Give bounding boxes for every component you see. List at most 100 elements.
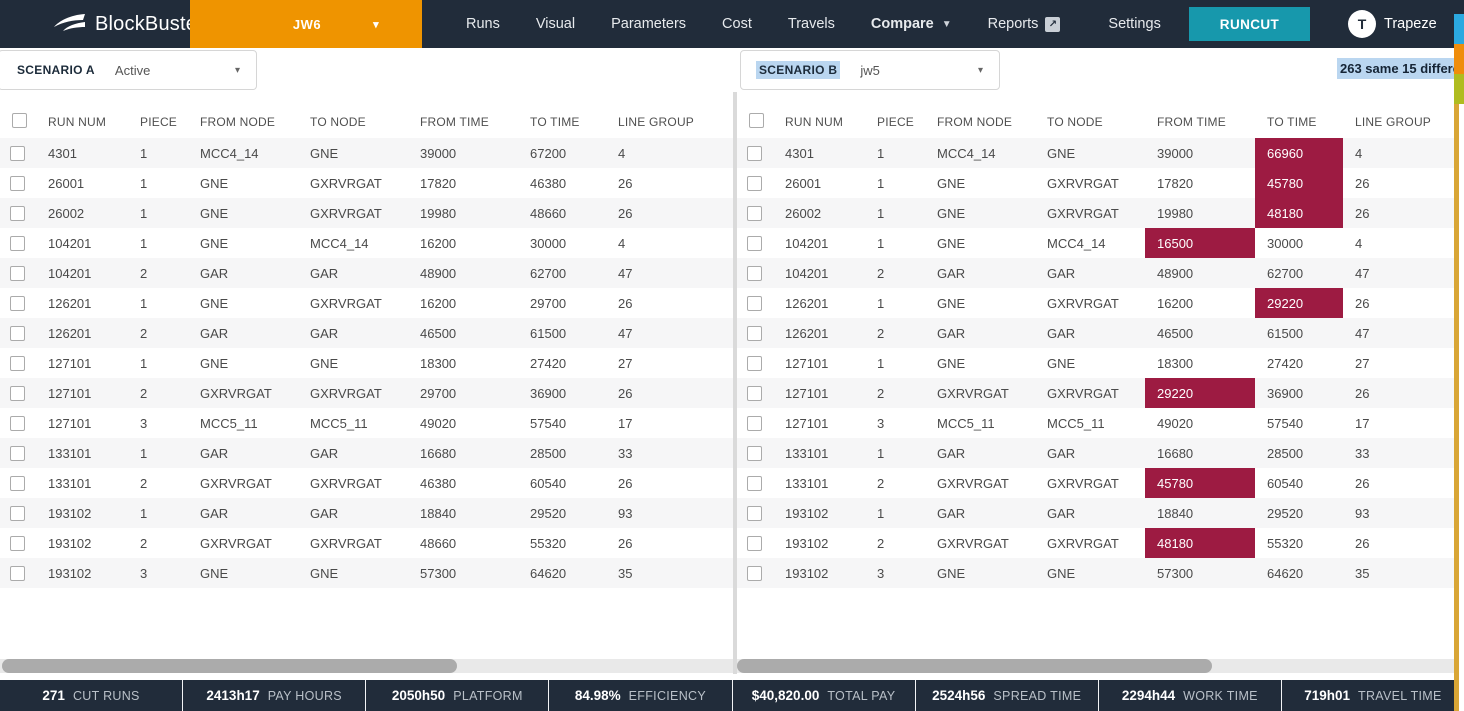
chevron-down-icon[interactable]: ▾	[978, 65, 983, 76]
cell-to_time: 48180	[1255, 198, 1343, 228]
row-checkbox[interactable]	[10, 146, 25, 161]
cell-from_time: 57300	[1145, 558, 1255, 588]
cell-to_time: 57540	[1255, 408, 1343, 438]
edge-stripe-gold	[1454, 104, 1459, 711]
row-checkbox[interactable]	[10, 446, 25, 461]
status-metric: 719h01TRAVEL TIME	[1281, 680, 1464, 711]
column-header[interactable]: TO NODE	[1035, 115, 1145, 129]
row-checkbox[interactable]	[10, 506, 25, 521]
cell-run: 127101	[36, 408, 128, 438]
column-header[interactable]: TO TIME	[1255, 115, 1343, 129]
user-name[interactable]: Trapeze	[1384, 0, 1437, 48]
column-header[interactable]: RUN NUM	[773, 115, 865, 129]
row-checkbox[interactable]	[10, 296, 25, 311]
row-checkbox[interactable]	[10, 206, 25, 221]
column-header[interactable]: FROM TIME	[408, 115, 518, 129]
scenario-a-hscrollbar-track[interactable]	[0, 659, 733, 673]
row-checkbox[interactable]	[747, 536, 762, 551]
cell-to_node: GNE	[298, 138, 408, 168]
column-header[interactable]: LINE GROUP	[606, 115, 706, 129]
cell-from_time: 18840	[408, 498, 518, 528]
column-header[interactable]: TO NODE	[298, 115, 408, 129]
blockbuster-logo-icon	[52, 13, 86, 35]
nav-item-parameters[interactable]: Parameters	[593, 0, 704, 48]
scenario-dropdown-button[interactable]: JW6 ▾	[190, 0, 422, 48]
cell-to_time: 62700	[1255, 258, 1343, 288]
cell-piece: 1	[128, 438, 188, 468]
row-checkbox[interactable]	[10, 476, 25, 491]
nav-item-settings[interactable]: Settings	[1090, 0, 1178, 48]
cell-piece: 1	[865, 348, 925, 378]
scenario-a-selector[interactable]: SCENARIO A Active ▾	[0, 50, 257, 90]
cell-block	[706, 348, 733, 378]
nav-item-compare[interactable]: Compare ▼	[853, 0, 970, 48]
row-checkbox[interactable]	[10, 326, 25, 341]
row-checkbox[interactable]	[747, 506, 762, 521]
cell-run: 4301	[36, 138, 128, 168]
row-checkbox[interactable]	[10, 536, 25, 551]
scenario-a-hscrollbar-thumb[interactable]	[2, 659, 457, 673]
cell-line_group: 26	[606, 528, 706, 558]
status-metric-value: 84.98%	[575, 688, 621, 703]
row-checkbox[interactable]	[747, 566, 762, 581]
cell-from_time: 29700	[408, 378, 518, 408]
table-row: 1042011GNEMCC4_1416200300004	[0, 228, 733, 258]
cell-line_group: 26	[606, 288, 706, 318]
select-all-checkbox[interactable]	[12, 113, 27, 128]
cell-from_node: GNE	[188, 288, 298, 318]
row-checkbox[interactable]	[10, 566, 25, 581]
cell-line_group: 27	[606, 348, 706, 378]
status-metric-value: 2413h17	[206, 688, 259, 703]
column-header[interactable]: FROM NODE	[188, 115, 298, 129]
row-checkbox[interactable]	[747, 356, 762, 371]
row-checkbox[interactable]	[747, 386, 762, 401]
scenario-b-selector[interactable]: SCENARIO B jw5 ▾	[740, 50, 1000, 90]
row-checkbox[interactable]	[747, 236, 762, 251]
column-header[interactable]: PIECE	[128, 115, 188, 129]
column-header[interactable]: FROM NODE	[925, 115, 1035, 129]
column-header[interactable]: TO TIME	[518, 115, 606, 129]
row-checkbox[interactable]	[747, 476, 762, 491]
row-checkbox[interactable]	[10, 356, 25, 371]
user-avatar[interactable]: T	[1348, 10, 1376, 38]
column-header[interactable]: RUN NUM	[36, 115, 128, 129]
cell-to_node: GNE	[298, 558, 408, 588]
select-all-checkbox[interactable]	[749, 113, 764, 128]
row-checkbox[interactable]	[10, 176, 25, 191]
top-navigation-bar: BlockBuster JW6 ▾ Runs Visual Parameters…	[0, 0, 1464, 48]
row-checkbox[interactable]	[10, 266, 25, 281]
scenario-b-hscrollbar-thumb[interactable]	[737, 659, 1212, 673]
nav-item-reports[interactable]: Reports ↗	[970, 0, 1079, 48]
status-metric: 2050h50PLATFORM	[365, 680, 548, 711]
row-checkbox[interactable]	[747, 326, 762, 341]
nav-item-visual[interactable]: Visual	[518, 0, 593, 48]
cell-from_node: GAR	[925, 258, 1035, 288]
cell-from_time: 29220	[1145, 378, 1255, 408]
nav-item-cost[interactable]: Cost	[704, 0, 770, 48]
table-row: 1931021GARGAR1884029520939	[737, 498, 1464, 528]
column-header[interactable]: PIECE	[865, 115, 925, 129]
cell-block	[706, 258, 733, 288]
cell-piece: 1	[865, 168, 925, 198]
row-checkbox[interactable]	[747, 446, 762, 461]
row-checkbox[interactable]	[747, 266, 762, 281]
table-row: 1271012GXRVRGATGXRVRGAT297003690026	[0, 378, 733, 408]
row-checkbox[interactable]	[747, 296, 762, 311]
scenario-b-hscrollbar-track[interactable]	[737, 659, 1464, 673]
cell-from_time: 39000	[1145, 138, 1255, 168]
row-checkbox[interactable]	[10, 386, 25, 401]
column-header[interactable]: LINE GROUP	[1343, 115, 1443, 129]
nav-item-travels[interactable]: Travels	[770, 0, 853, 48]
row-checkbox[interactable]	[10, 416, 25, 431]
status-metric-label: PLATFORM	[453, 689, 523, 703]
chevron-down-icon[interactable]: ▾	[235, 65, 240, 76]
runcut-button[interactable]: RUNCUT	[1189, 7, 1310, 41]
row-checkbox[interactable]	[10, 236, 25, 251]
row-checkbox[interactable]	[747, 146, 762, 161]
cell-block	[706, 198, 733, 228]
nav-item-runs[interactable]: Runs	[448, 0, 518, 48]
row-checkbox[interactable]	[747, 176, 762, 191]
column-header[interactable]: FROM TIME	[1145, 115, 1255, 129]
row-checkbox[interactable]	[747, 206, 762, 221]
row-checkbox[interactable]	[747, 416, 762, 431]
